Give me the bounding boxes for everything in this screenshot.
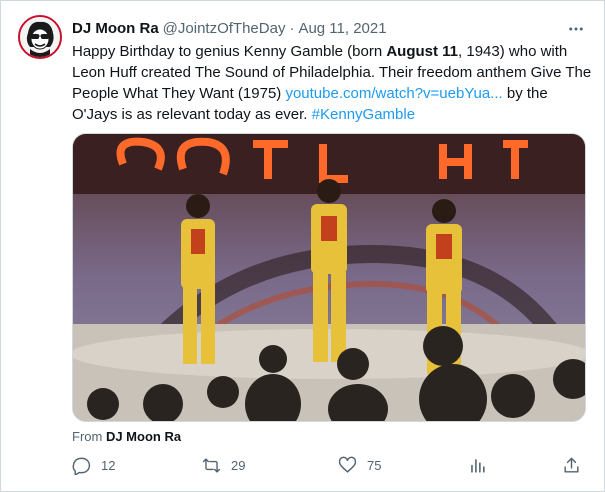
tweet-text-bold: August 11: [386, 43, 459, 60]
tweet-card[interactable]: DJ Moon Ra @JointzOfTheDay · Aug 11, 202…: [0, 0, 605, 492]
tweet-text: Happy Birthday to genius Kenny Gamble (b…: [72, 41, 592, 125]
retweet-button[interactable]: 29: [202, 453, 245, 477]
from-prefix: From: [72, 429, 106, 444]
separator-dot: ·: [289, 19, 295, 37]
more-icon[interactable]: [566, 19, 586, 39]
tweet-text-part: Happy Birthday to genius Kenny Gamble (b…: [72, 43, 387, 60]
analytics-icon: [471, 458, 485, 473]
like-count: 75: [367, 457, 382, 473]
avatar[interactable]: [18, 15, 62, 59]
retweet-count: 29: [231, 457, 246, 473]
reply-button[interactable]: 12: [72, 453, 115, 477]
hashtag-link[interactable]: #KennyGamble: [312, 106, 415, 123]
user-handle[interactable]: @JointzOfTheDay: [163, 20, 286, 37]
tweet-date[interactable]: Aug 11, 2021: [298, 20, 386, 37]
like-button[interactable]: 75: [338, 453, 381, 477]
tweet-header: DJ Moon Ra @JointzOfTheDay · Aug 11, 202…: [72, 17, 588, 39]
reply-icon: [72, 457, 91, 475]
stage-performance-image: [73, 134, 585, 421]
reply-count: 12: [101, 457, 116, 473]
from-attribution: From DJ Moon Ra: [72, 429, 181, 444]
avatar-image: [20, 17, 60, 57]
share-button[interactable]: [562, 453, 581, 477]
retweet-icon: [202, 457, 221, 473]
action-bar: 12 29 75: [72, 453, 586, 477]
youtube-link[interactable]: youtube.com/watch?v=uebYua...: [285, 85, 502, 102]
display-name[interactable]: DJ Moon Ra: [72, 20, 159, 37]
from-name[interactable]: DJ Moon Ra: [106, 429, 181, 444]
analytics-button[interactable]: [468, 453, 487, 477]
heart-icon: [338, 456, 357, 473]
share-icon: [564, 457, 579, 473]
video-thumbnail[interactable]: [72, 133, 586, 422]
